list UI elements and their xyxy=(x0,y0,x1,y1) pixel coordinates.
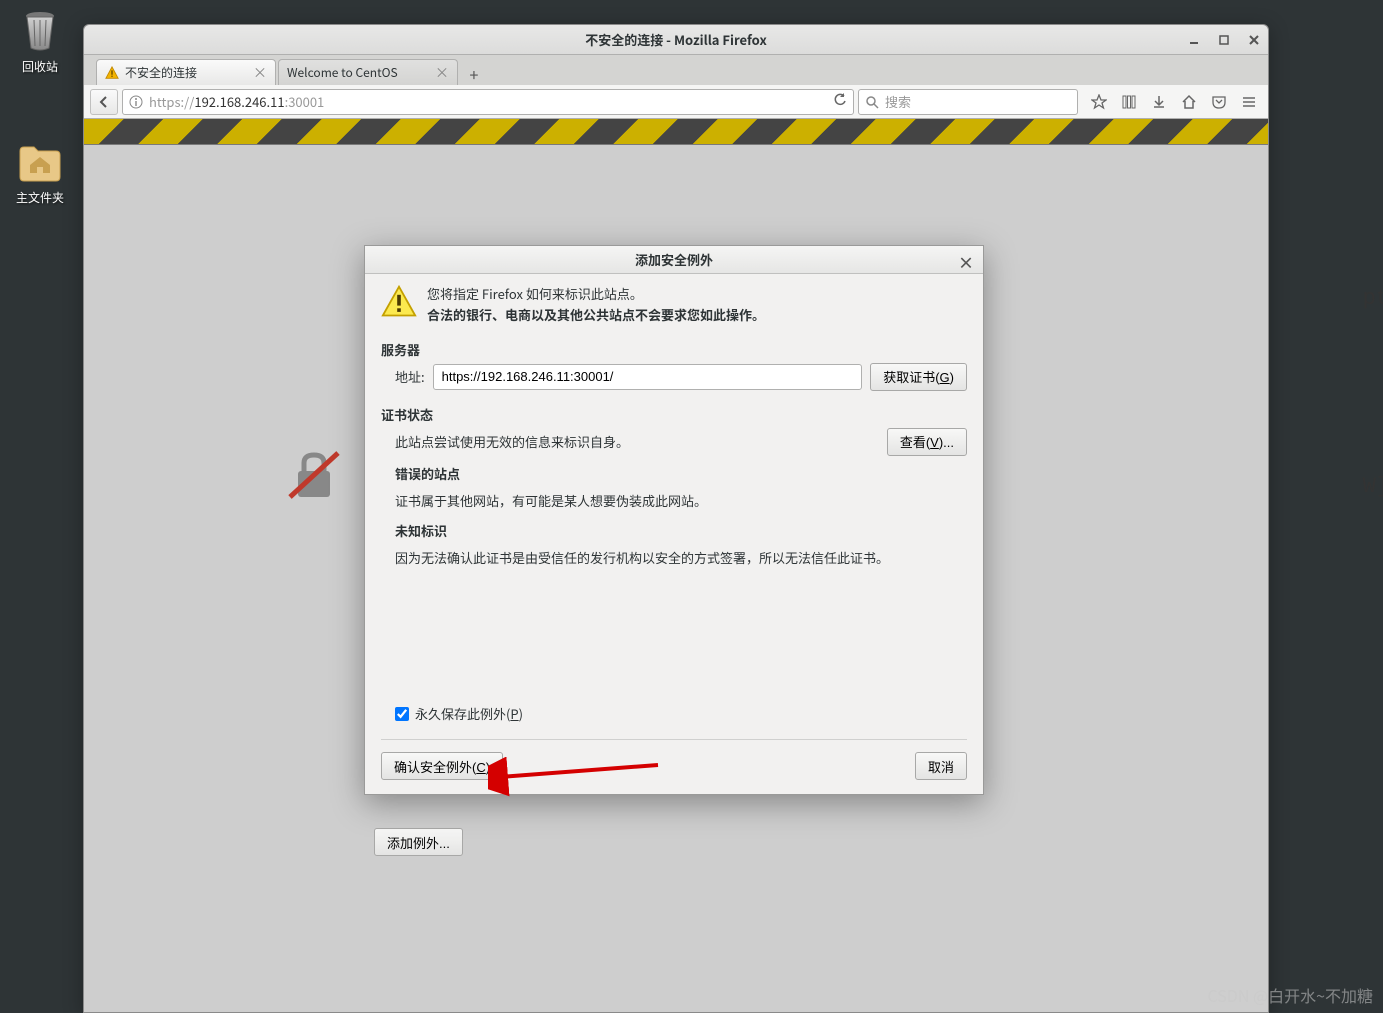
tab-label: 不安全的连接 xyxy=(125,64,197,81)
content-area: 添加例外... 添加安全例外 × 您将指定 Firefox xyxy=(84,119,1268,1012)
tab-bar: 不安全的连接 × Welcome to CentOS × + xyxy=(84,55,1268,85)
home-folder-label: 主文件夹 xyxy=(16,189,64,206)
address-label: 地址: xyxy=(395,367,425,386)
minimize-button[interactable] xyxy=(1186,32,1202,48)
dialog-close-button[interactable]: × xyxy=(957,250,975,274)
confirm-security-exception-button[interactable]: 确认安全例外(C) xyxy=(381,752,503,780)
address-input[interactable] xyxy=(433,364,863,390)
security-exception-dialog: 添加安全例外 × 您将指定 Firefox 如何来标识此站点。 合法的银行、电商… xyxy=(364,245,984,795)
home-button[interactable] xyxy=(1176,89,1202,115)
permanent-store-label: 永久保存此例外(P) xyxy=(415,704,523,723)
url-bar[interactable]: https://192.168.246.11:30001 xyxy=(122,89,854,115)
info-icon xyxy=(129,95,143,109)
back-button[interactable] xyxy=(90,89,118,115)
add-exception-button[interactable]: 添加例外... xyxy=(374,828,463,856)
search-bar[interactable]: 搜索 xyxy=(858,89,1078,115)
search-icon xyxy=(865,95,879,109)
menu-button[interactable] xyxy=(1236,89,1262,115)
folder-home-icon xyxy=(16,137,64,185)
trash-label: 回收站 xyxy=(22,58,58,75)
tab-insecure-connection[interactable]: 不安全的连接 × xyxy=(96,59,276,85)
warning-icon xyxy=(105,66,119,80)
close-tab-icon[interactable]: × xyxy=(253,63,267,83)
unknown-identity-heading: 未知标识 xyxy=(395,521,967,540)
home-folder-desktop-icon[interactable]: 主文件夹 xyxy=(0,131,80,212)
close-tab-icon[interactable]: × xyxy=(435,63,449,83)
dialog-titlebar[interactable]: 添加安全例外 × xyxy=(365,246,983,274)
trash-desktop-icon[interactable]: 回收站 xyxy=(0,0,80,81)
bg-text-peek-2: W] xyxy=(1363,474,1383,499)
broken-lock-icon xyxy=(284,445,344,505)
bookmarks-list-button[interactable] xyxy=(1116,89,1142,115)
get-certificate-button[interactable]: 获取证书(G) xyxy=(870,363,967,391)
permanent-store-checkbox[interactable] xyxy=(395,707,409,721)
watermark-text: CSDN @白开水~不加糖 xyxy=(1208,983,1374,1007)
hazard-strip xyxy=(84,119,1268,145)
dialog-title-text: 添加安全例外 xyxy=(635,250,713,269)
dialog-header-line2: 合法的银行、电商以及其他公共站点不会要求您如此操作。 xyxy=(427,305,765,326)
trash-icon xyxy=(16,6,64,54)
window-titlebar[interactable]: 不安全的连接 - Mozilla Firefox xyxy=(84,25,1268,55)
unknown-identity-text: 因为无法确认此证书是由受信任的发行机构以安全的方式签署，所以无法信任此证书。 xyxy=(395,548,967,569)
desktop-icons: 回收站 主文件夹 xyxy=(0,0,80,212)
navigation-toolbar: https://192.168.246.11:30001 搜索 xyxy=(84,85,1268,119)
firefox-window: 不安全的连接 - Mozilla Firefox 不安全的连接 × Welcom… xyxy=(83,24,1269,1013)
view-certificate-button[interactable]: 查看(V)... xyxy=(887,428,967,456)
wrong-site-text: 证书属于其他网站，有可能是某人想要伪装成此网站。 xyxy=(395,491,967,512)
reload-button[interactable] xyxy=(833,92,847,111)
cert-status-text: 此站点尝试使用无效的信息来标识自身。 xyxy=(395,432,887,451)
url-text: https://192.168.246.11:30001 xyxy=(149,92,827,111)
warning-triangle-icon xyxy=(381,284,417,320)
maximize-button[interactable] xyxy=(1216,32,1232,48)
permanent-store-checkbox-row[interactable]: 永久保存此例外(P) xyxy=(381,704,967,723)
wrong-site-heading: 错误的站点 xyxy=(395,464,967,483)
close-window-button[interactable] xyxy=(1246,32,1262,48)
new-tab-button[interactable]: + xyxy=(462,63,486,85)
bookmark-star-button[interactable] xyxy=(1086,89,1112,115)
bg-text-peek-1: pt xyxy=(1363,286,1383,311)
cert-status-section-label: 证书状态 xyxy=(381,405,967,424)
downloads-button[interactable] xyxy=(1146,89,1172,115)
tab-label: Welcome to CentOS xyxy=(287,64,398,81)
search-placeholder: 搜索 xyxy=(885,92,911,111)
server-section-label: 服务器 xyxy=(381,340,967,359)
cancel-button[interactable]: 取消 xyxy=(915,752,967,780)
tab-welcome-centos[interactable]: Welcome to CentOS × xyxy=(278,59,458,85)
window-title: 不安全的连接 - Mozilla Firefox xyxy=(585,30,767,49)
dialog-header-line1: 您将指定 Firefox 如何来标识此站点。 xyxy=(427,284,765,305)
pocket-button[interactable] xyxy=(1206,89,1232,115)
